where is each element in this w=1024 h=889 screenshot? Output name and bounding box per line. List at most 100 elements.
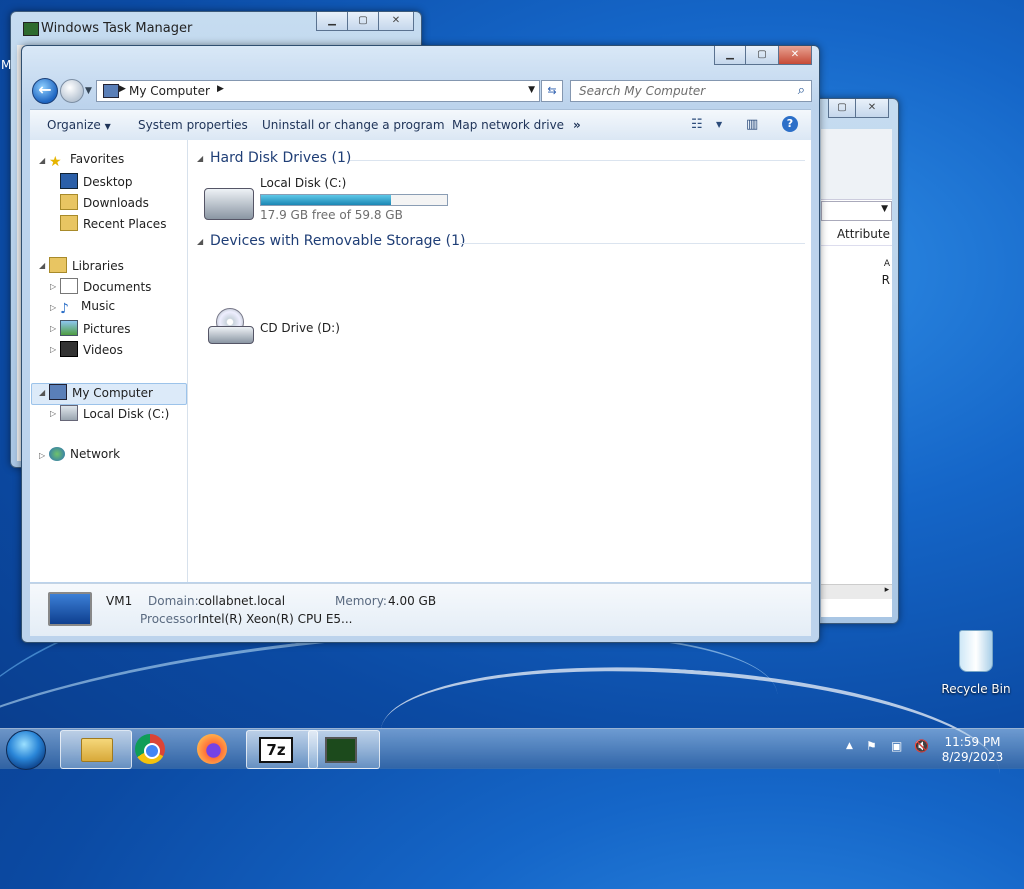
expand-arrow-icon[interactable]: ▷ bbox=[50, 345, 56, 354]
expand-arrow-icon[interactable]: ▷ bbox=[50, 303, 56, 312]
nav-documents[interactable]: Documents bbox=[60, 278, 151, 294]
videos-icon bbox=[60, 341, 78, 357]
volume-muted-icon[interactable]: 🔇 bbox=[914, 739, 929, 753]
recycle-bin-label: Recycle Bin bbox=[941, 682, 1011, 696]
bg-cell-r: R bbox=[881, 273, 890, 287]
clock-date: 8/29/2023 bbox=[941, 750, 1004, 764]
collapse-arrow-icon[interactable]: ◢ bbox=[39, 388, 45, 397]
collapse-arrow-icon[interactable]: ◢ bbox=[39, 156, 45, 165]
nav-network[interactable]: Network bbox=[49, 447, 120, 461]
recycle-bin-desktop-icon[interactable]: Recycle Bin bbox=[940, 630, 1012, 696]
tm-maximize-button[interactable]: ▢ bbox=[347, 12, 379, 31]
nav-my-computer[interactable]: My Computer bbox=[49, 384, 153, 400]
attributes-column-header[interactable]: Attribute bbox=[821, 227, 892, 246]
content-pane: ◢ Hard Disk Drives (1) Local Disk (C:) 1… bbox=[188, 140, 811, 582]
command-bar: Organize ▼ System properties Uninstall o… bbox=[30, 109, 811, 141]
taskbar-task-manager-button[interactable] bbox=[308, 730, 380, 769]
nav-pictures[interactable]: Pictures bbox=[60, 320, 131, 336]
network-tray-icon[interactable]: ▣ bbox=[891, 739, 902, 753]
search-input[interactable]: Search My Computer ⌕ bbox=[570, 80, 812, 102]
tm-close-button[interactable]: ✕ bbox=[378, 12, 414, 31]
computer-name: VM1 bbox=[106, 594, 133, 608]
task-manager-icon bbox=[325, 737, 357, 763]
tm-edge-text: M bbox=[1, 58, 12, 72]
downloads-folder-icon bbox=[60, 194, 78, 210]
expand-arrow-icon[interactable]: ▷ bbox=[39, 451, 45, 460]
background-window[interactable]: ▢ ✕ ▼ Attribute A R ▸ bbox=[812, 98, 899, 624]
expand-arrow-icon[interactable]: ▷ bbox=[50, 282, 56, 291]
close-button[interactable]: ✕ bbox=[778, 46, 812, 65]
maximize-button[interactable]: ▢ bbox=[745, 46, 779, 65]
forward-button[interactable] bbox=[60, 79, 84, 103]
nav-downloads[interactable]: Downloads bbox=[60, 194, 149, 210]
domain-value: collabnet.local bbox=[198, 594, 286, 608]
disk-usage-fill bbox=[261, 195, 392, 205]
tm-minimize-button[interactable]: ▁ bbox=[316, 12, 348, 31]
processor-label: Processor: bbox=[140, 612, 202, 626]
firefox-icon bbox=[197, 734, 227, 764]
more-commands-button[interactable]: » bbox=[573, 118, 581, 132]
chevron-right-icon[interactable]: ▶ bbox=[217, 84, 224, 94]
bg-horizontal-scrollbar[interactable]: ▸ bbox=[821, 584, 892, 599]
nav-recent-places[interactable]: Recent Places bbox=[60, 215, 166, 231]
music-icon: ♪ bbox=[60, 301, 69, 317]
change-view-icon[interactable]: ☷ bbox=[691, 117, 703, 132]
nav-music[interactable]: ♪ Music bbox=[60, 299, 115, 317]
removable-storage-header[interactable]: Devices with Removable Storage (1) bbox=[210, 233, 465, 249]
local-disk-name[interactable]: Local Disk (C:) bbox=[260, 176, 346, 190]
disk-usage-bar bbox=[260, 194, 448, 206]
nav-desktop[interactable]: Desktop bbox=[60, 173, 133, 189]
address-text[interactable]: My Computer bbox=[129, 84, 210, 98]
address-dropdown-icon[interactable]: ▼ bbox=[528, 85, 535, 95]
recycle-bin-icon bbox=[959, 630, 993, 672]
show-hidden-icons-button[interactable]: ▲ bbox=[846, 741, 853, 751]
desktop-icon bbox=[60, 173, 78, 189]
view-options-dropdown-icon[interactable]: ▼ bbox=[716, 120, 722, 129]
nav-libraries[interactable]: Libraries bbox=[49, 257, 124, 273]
chevron-right-icon[interactable]: ▶ bbox=[119, 84, 126, 94]
hard-drive-icon bbox=[60, 405, 78, 421]
refresh-button[interactable]: ⇆ bbox=[541, 80, 563, 102]
preview-pane-icon[interactable]: ▥ bbox=[746, 117, 758, 132]
nav-videos[interactable]: Videos bbox=[60, 341, 123, 357]
navigation-pane: ◢ ★ Favorites Desktop Downloads Recent Pl… bbox=[30, 140, 188, 582]
bg-cell-a: A bbox=[883, 259, 890, 269]
group-collapse-icon[interactable]: ◢ bbox=[197, 154, 203, 163]
address-bar[interactable]: ▶ My Computer ▶ ▼ bbox=[96, 80, 540, 102]
organize-button[interactable]: Organize ▼ bbox=[47, 118, 111, 132]
taskbar-firefox-button[interactable] bbox=[180, 730, 250, 767]
search-placeholder: Search My Computer bbox=[579, 84, 706, 98]
local-disk-icon bbox=[204, 188, 254, 220]
hard-disk-drives-header[interactable]: Hard Disk Drives (1) bbox=[210, 150, 351, 166]
map-network-drive-button[interactable]: Map network drive bbox=[452, 118, 564, 132]
search-icon[interactable]: ⌕ bbox=[798, 83, 805, 98]
start-button[interactable] bbox=[6, 730, 46, 770]
bg-window-strip bbox=[821, 129, 892, 200]
seven-zip-icon: 7z bbox=[259, 737, 293, 763]
help-button[interactable]: ? bbox=[782, 116, 798, 132]
action-center-flag-icon[interactable]: ⚑ bbox=[866, 739, 877, 753]
nav-local-disk[interactable]: Local Disk (C:) bbox=[60, 405, 169, 421]
group-collapse-icon[interactable]: ◢ bbox=[197, 237, 203, 246]
back-button[interactable]: ← bbox=[32, 78, 58, 104]
system-clock[interactable]: 11:59 PM 8/29/2023 bbox=[930, 735, 1015, 765]
local-disk-free-space: 17.9 GB free of 59.8 GB bbox=[260, 208, 403, 222]
taskbar-chrome-button[interactable] bbox=[118, 730, 188, 767]
expand-arrow-icon[interactable]: ▷ bbox=[50, 409, 56, 418]
expand-arrow-icon[interactable]: ▷ bbox=[50, 324, 56, 333]
explorer-window[interactable]: ▁ ▢ ✕ ← ▼ ▶ My Computer ▶ ▼ ⇆ Search My … bbox=[21, 45, 820, 643]
cd-drive-name[interactable]: CD Drive (D:) bbox=[260, 321, 340, 335]
folder-icon bbox=[81, 738, 113, 762]
refresh-icon: ⇆ bbox=[547, 84, 557, 97]
system-properties-button[interactable]: System properties bbox=[138, 118, 248, 132]
recent-pages-dropdown[interactable]: ▼ bbox=[85, 86, 92, 96]
collapse-arrow-icon[interactable]: ◢ bbox=[39, 261, 45, 270]
uninstall-program-button[interactable]: Uninstall or change a program bbox=[262, 118, 445, 132]
minimize-button[interactable]: ▁ bbox=[714, 46, 746, 65]
nav-favorites[interactable]: ★ Favorites bbox=[49, 152, 124, 170]
computer-icon bbox=[103, 84, 119, 98]
bg-window-combo[interactable]: ▼ bbox=[821, 201, 892, 221]
task-manager-title: Windows Task Manager bbox=[41, 21, 193, 36]
bg-maximize-button[interactable]: ▢ bbox=[828, 99, 856, 118]
bg-close-button[interactable]: ✕ bbox=[855, 99, 889, 118]
